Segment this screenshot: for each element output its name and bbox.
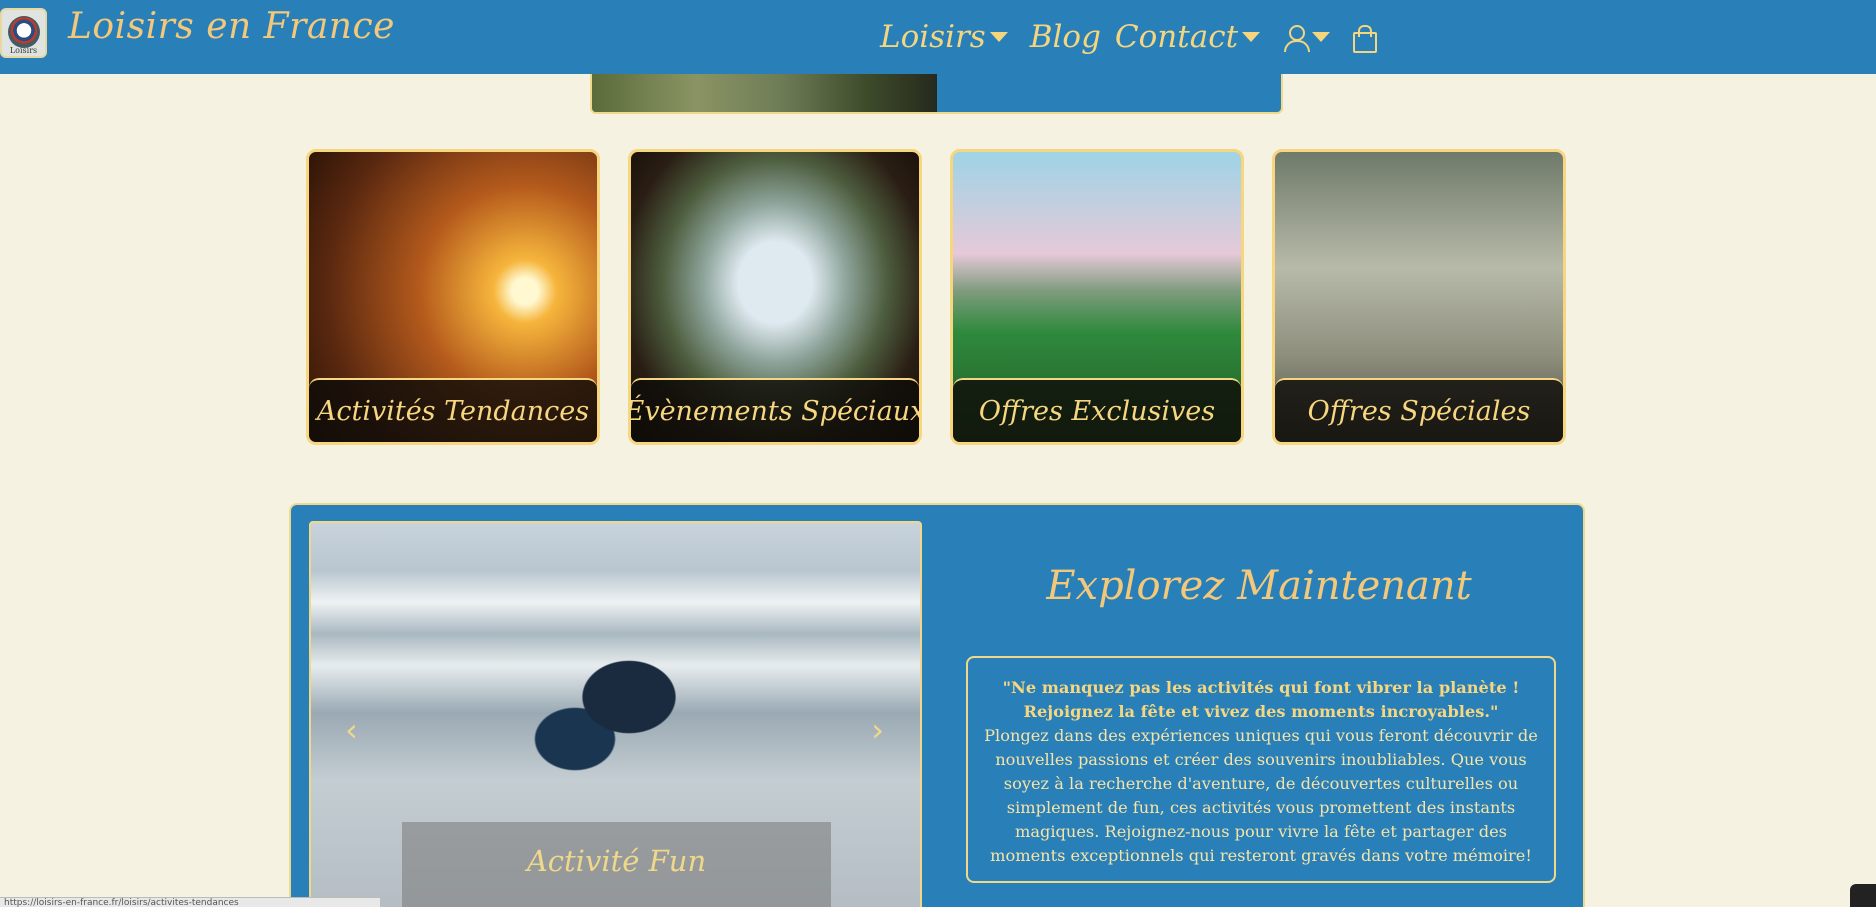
logo-text: Loisirs — [9, 46, 38, 55]
quote-headline: "Ne manquez pas les activités qui font v… — [1002, 678, 1520, 721]
category-cards: Activités Tendances Évènements Spéciaux … — [306, 149, 1566, 445]
site-logo[interactable]: Loisirs — [0, 8, 47, 58]
caret-down-icon[interactable] — [989, 32, 1008, 42]
slide-caption: Activité Fun — [402, 822, 831, 907]
logo-emblem-icon — [8, 16, 40, 48]
category-card-offres-exclusives[interactable]: Offres Exclusives — [950, 149, 1244, 445]
chat-widget-icon[interactable] — [1850, 884, 1876, 907]
hero-image — [592, 74, 937, 112]
category-card-label: Évènements Spéciaux — [631, 378, 919, 442]
caret-down-icon[interactable] — [1312, 32, 1331, 42]
carousel-next-icon[interactable]: › — [871, 711, 884, 749]
main-nav: Loisirs Blog Contact — [880, 12, 1378, 62]
browser-status-url: https://loisirs-en-france.fr/loisirs/act… — [0, 897, 380, 907]
shopping-bag-icon[interactable] — [1352, 24, 1378, 53]
top-navbar: Loisirs Loisirs en France Loisirs Blog C… — [0, 0, 1876, 74]
explore-section: ‹ › Activité Fun Explorez Maintenant "Ne… — [289, 503, 1585, 907]
category-card-label: Activités Tendances — [309, 378, 597, 442]
nav-item-blog[interactable]: Blog — [1030, 19, 1101, 55]
image-carousel[interactable]: ‹ › Activité Fun — [309, 521, 922, 907]
quote-body: Plongez dans des expériences uniques qui… — [984, 726, 1538, 865]
hero-banner-bottom — [590, 74, 1283, 114]
explore-title: Explorez Maintenant — [1046, 563, 1472, 609]
explore-quote-box: "Ne manquez pas les activités qui font v… — [966, 656, 1556, 883]
nav-contact-label: Contact — [1114, 19, 1239, 55]
nav-item-contact[interactable]: Contact — [1115, 19, 1268, 55]
brand-title[interactable]: Loisirs en France — [68, 6, 395, 47]
nav-loisirs-label: Loisirs — [880, 19, 986, 55]
carousel-prev-icon[interactable]: ‹ — [345, 711, 358, 749]
category-card-label: Offres Exclusives — [953, 378, 1241, 442]
slide-image — [521, 641, 701, 781]
nav-blog-label: Blog — [1029, 19, 1101, 55]
user-icon[interactable] — [1282, 23, 1311, 52]
nav-item-account[interactable] — [1282, 23, 1338, 52]
category-card-activites-tendances[interactable]: Activités Tendances — [306, 149, 600, 445]
caret-down-icon[interactable] — [1242, 32, 1261, 42]
category-card-offres-speciales[interactable]: Offres Spéciales — [1272, 149, 1566, 445]
category-card-label: Offres Spéciales — [1275, 378, 1563, 442]
nav-item-loisirs[interactable]: Loisirs — [880, 19, 1016, 55]
nav-item-cart[interactable] — [1352, 24, 1378, 53]
category-card-evenements-speciaux[interactable]: Évènements Spéciaux — [628, 149, 922, 445]
slide-caption-text: Activité Fun — [526, 844, 707, 878]
